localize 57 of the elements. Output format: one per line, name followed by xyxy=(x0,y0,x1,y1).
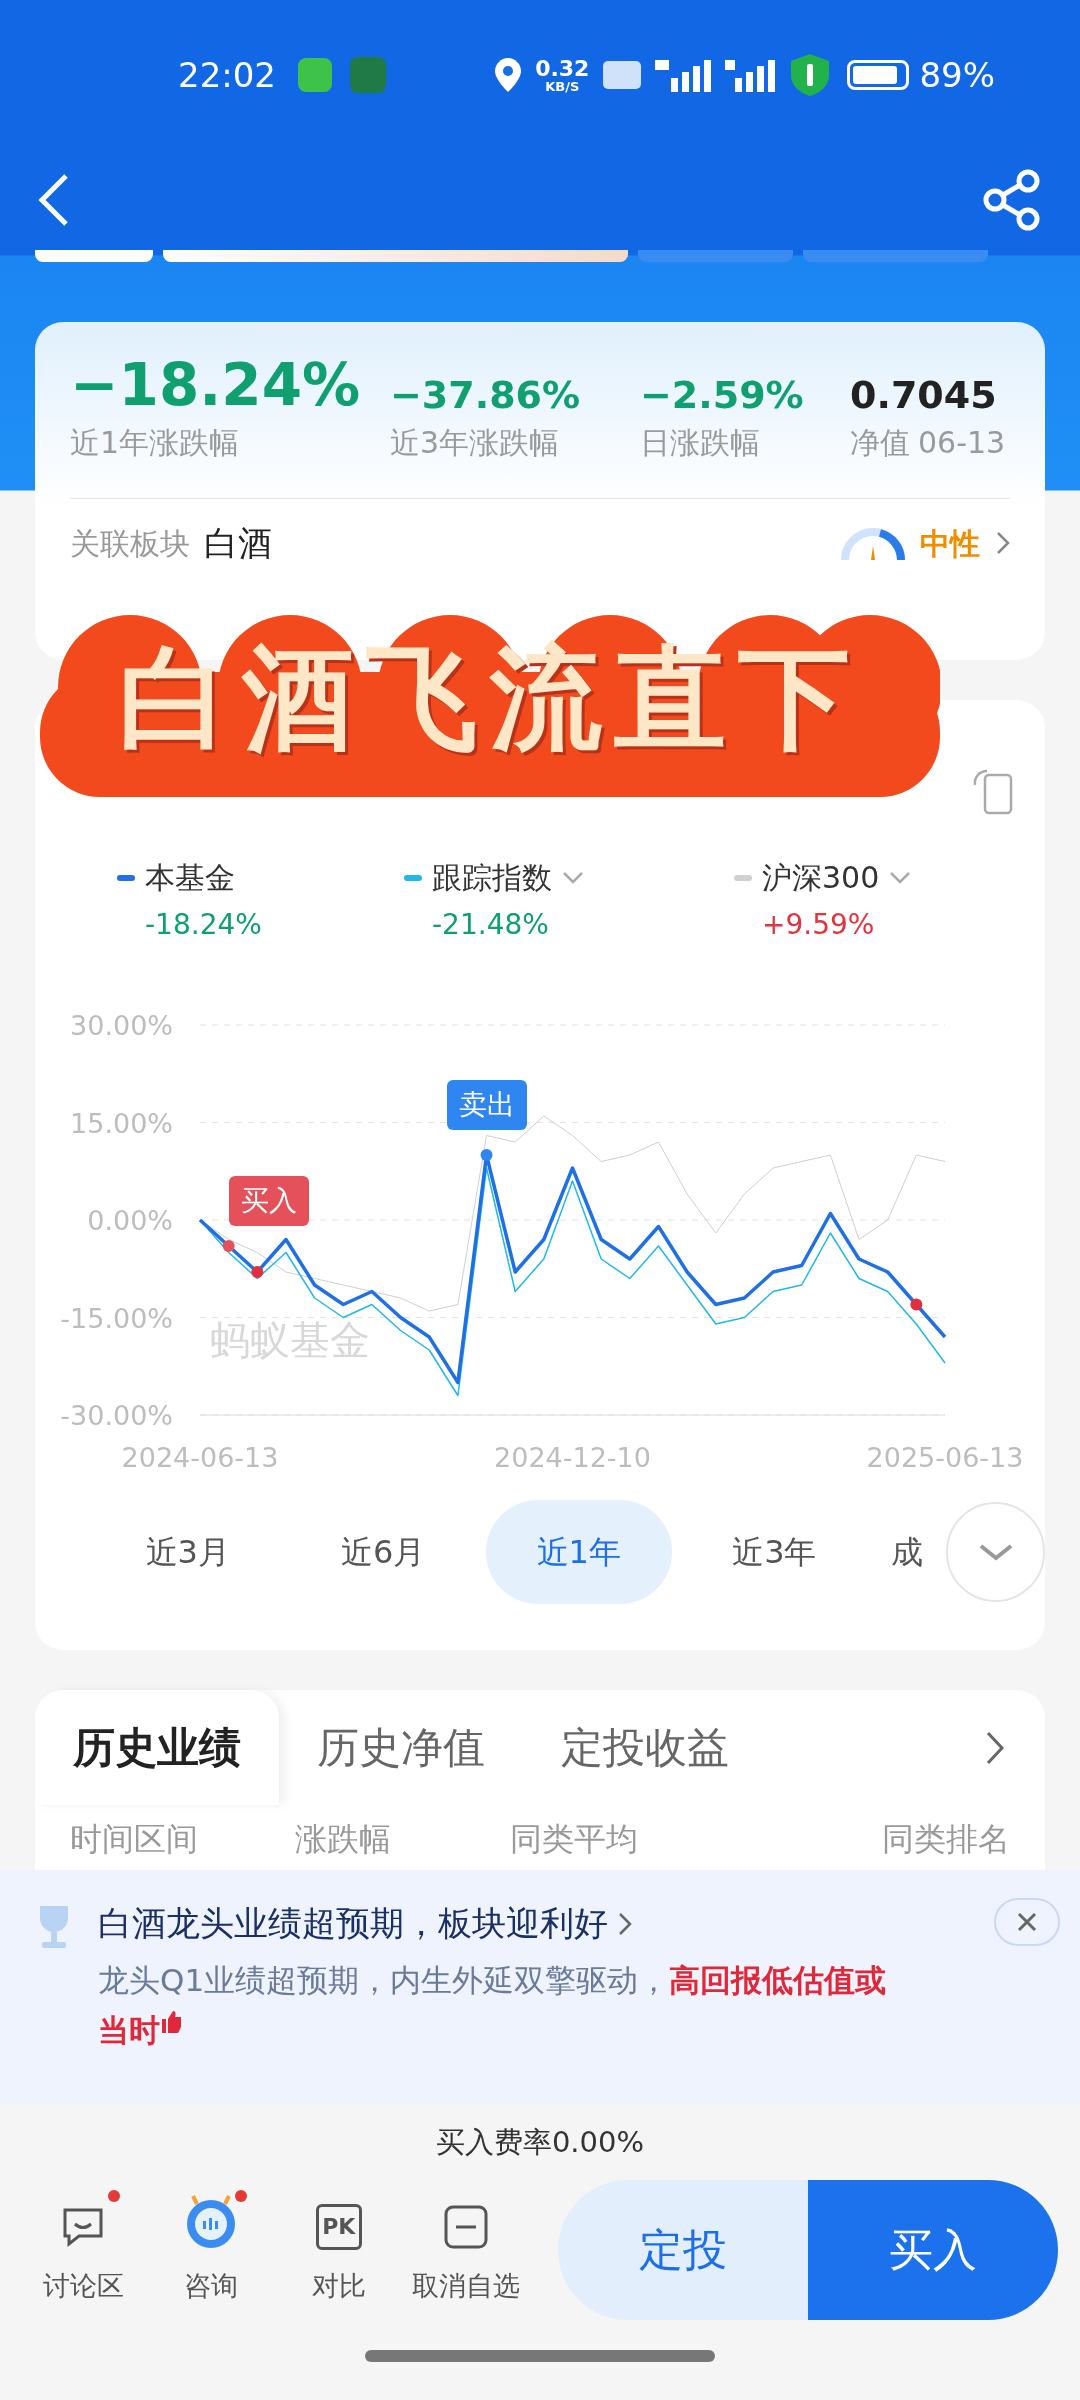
notice-text: 龙头Q1业绩超预期，内生外延双擎驱动，高回报低估值或 xyxy=(98,1961,887,2000)
bottom-action[interactable]: 取消自选 xyxy=(402,2193,530,2307)
x-axis-label: 2025-06-13 xyxy=(866,1442,1024,1473)
action-button[interactable]: 定投 xyxy=(558,2180,808,2320)
trade-marker: 卖出 xyxy=(446,1080,527,1130)
sentiment-label: 中性 xyxy=(920,524,980,563)
history-tab[interactable]: 历史业绩 xyxy=(35,1690,279,1805)
battery-percent: 89% xyxy=(919,53,995,97)
metric-date: 06-13 xyxy=(918,428,1006,458)
range-tab[interactable]: 近6月 xyxy=(290,1500,477,1604)
y-axis-label: 15.00% xyxy=(70,1107,173,1139)
legend-name: 本基金 xyxy=(145,859,235,897)
notice-bar[interactable]: 白酒龙头业绩超预期，板块迎利好 龙头Q1业绩超预期，内生外延双擎驱动，高回报低估值或 当时 xyxy=(0,1870,1080,2105)
metric-value: −18.24% xyxy=(70,356,362,414)
range-tab[interactable]: 近3年 xyxy=(681,1500,868,1604)
column-header: 时间区间 xyxy=(70,1819,199,1860)
metric-label: 近3年涨跌幅 xyxy=(390,428,560,458)
metric-value: −37.86% xyxy=(390,376,582,414)
legend-name: 沪深300 xyxy=(762,859,880,897)
bottom-action[interactable]: PK 对比 xyxy=(275,2193,403,2307)
sector-name: 白酒 xyxy=(204,521,272,565)
banner-title: 白酒飞流直下 xyxy=(40,612,940,797)
status-time: 22:02 xyxy=(178,53,276,97)
metric-value: −2.59% xyxy=(640,376,805,414)
metric-label: 净值 xyxy=(850,428,910,458)
range-tab[interactable]: 近1年 xyxy=(486,1500,672,1604)
y-axis-label: -15.00% xyxy=(60,1302,173,1334)
column-header: 同类平均 xyxy=(510,1819,639,1860)
compare-icon: PK xyxy=(315,2203,362,2250)
speed-unit: KB/S xyxy=(545,79,580,93)
legend-name: 跟踪指数 xyxy=(432,859,552,897)
trade-marker: 买入 xyxy=(228,1176,309,1226)
column-header: 同类排名 xyxy=(882,1819,1010,1860)
y-axis-label: -30.00% xyxy=(60,1400,173,1431)
fee-rate: 买入费率0.00% xyxy=(435,2123,645,2161)
metric-label: 日涨跌幅 xyxy=(640,428,760,458)
bottom-action[interactable]: 咨询 xyxy=(147,2193,275,2307)
sector-label: 关联板块 xyxy=(70,524,190,563)
x-axis-label: 2024-06-13 xyxy=(121,1442,279,1473)
history-tab[interactable]: 定投收益 xyxy=(523,1690,767,1805)
legend-value: -21.48% xyxy=(432,907,550,943)
metric-label: 近1年涨跌幅 xyxy=(70,428,240,458)
range-tab[interactable]: 近3月 xyxy=(95,1500,281,1604)
x-axis-label: 2024-12-10 xyxy=(494,1442,651,1473)
y-axis-label: 0.00% xyxy=(87,1205,173,1236)
range-tab[interactable]: 成 xyxy=(877,1500,937,1604)
y-axis-label: 30.00% xyxy=(70,1010,173,1041)
bottom-action[interactable]: 讨论区 xyxy=(20,2193,148,2307)
action-button[interactable]: 买入 xyxy=(808,2180,1058,2320)
metric-value: 0.7045 xyxy=(850,376,998,414)
notice-text: 当时 xyxy=(98,2011,160,2050)
notice-title: 白酒龙头业绩超预期，板块迎利好 xyxy=(98,1902,608,1945)
history-tab[interactable]: 历史净值 xyxy=(279,1690,523,1805)
network-speed: 0.32 xyxy=(535,57,590,80)
legend-value: -18.24% xyxy=(145,907,263,943)
column-header: 涨跌幅 xyxy=(295,1819,392,1860)
legend-value: +9.59% xyxy=(762,907,876,943)
